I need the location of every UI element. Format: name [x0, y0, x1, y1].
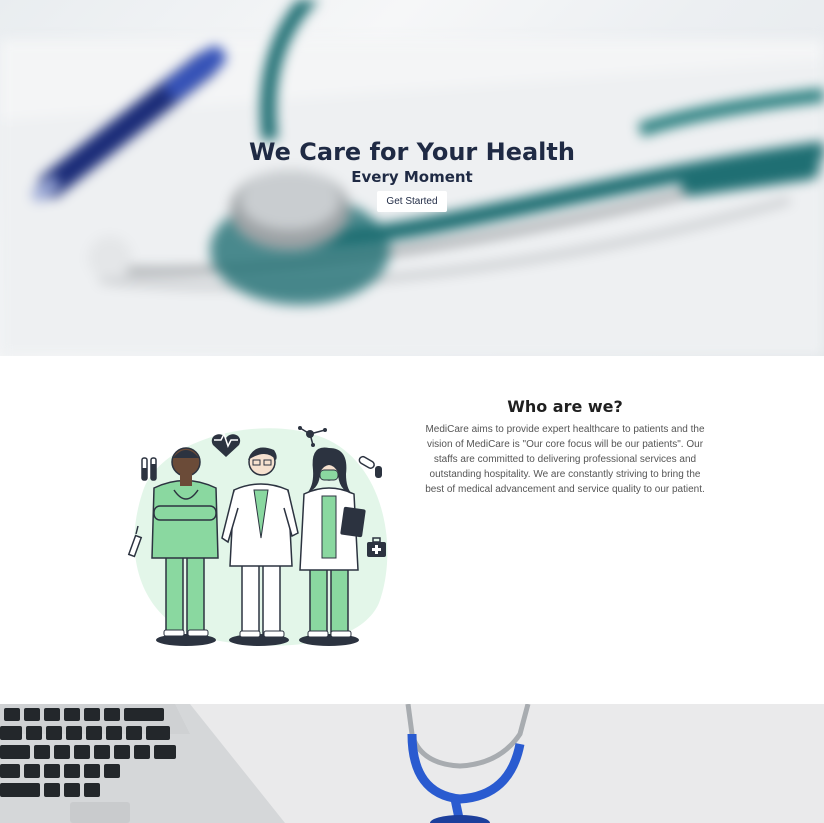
laptop-stethoscope-image — [0, 704, 824, 823]
bottom-image-section — [0, 704, 824, 823]
hero-title: We Care for Your Health — [249, 138, 575, 166]
about-text-block: Who are we? MediCare aims to provide exp… — [420, 397, 710, 497]
doctors-illustration — [127, 426, 388, 646]
about-heading: Who are we? — [507, 397, 623, 416]
test-tubes-icon — [141, 457, 157, 481]
hero-content: We Care for Your Health Every Moment Get… — [0, 138, 824, 212]
about-paragraph: MediCare aims to provide expert healthca… — [425, 424, 705, 495]
get-started-button[interactable]: Get Started — [377, 191, 447, 212]
hero-section: We Care for Your Health Every Moment Get… — [0, 0, 824, 356]
hero-subtitle: Every Moment — [351, 168, 473, 186]
